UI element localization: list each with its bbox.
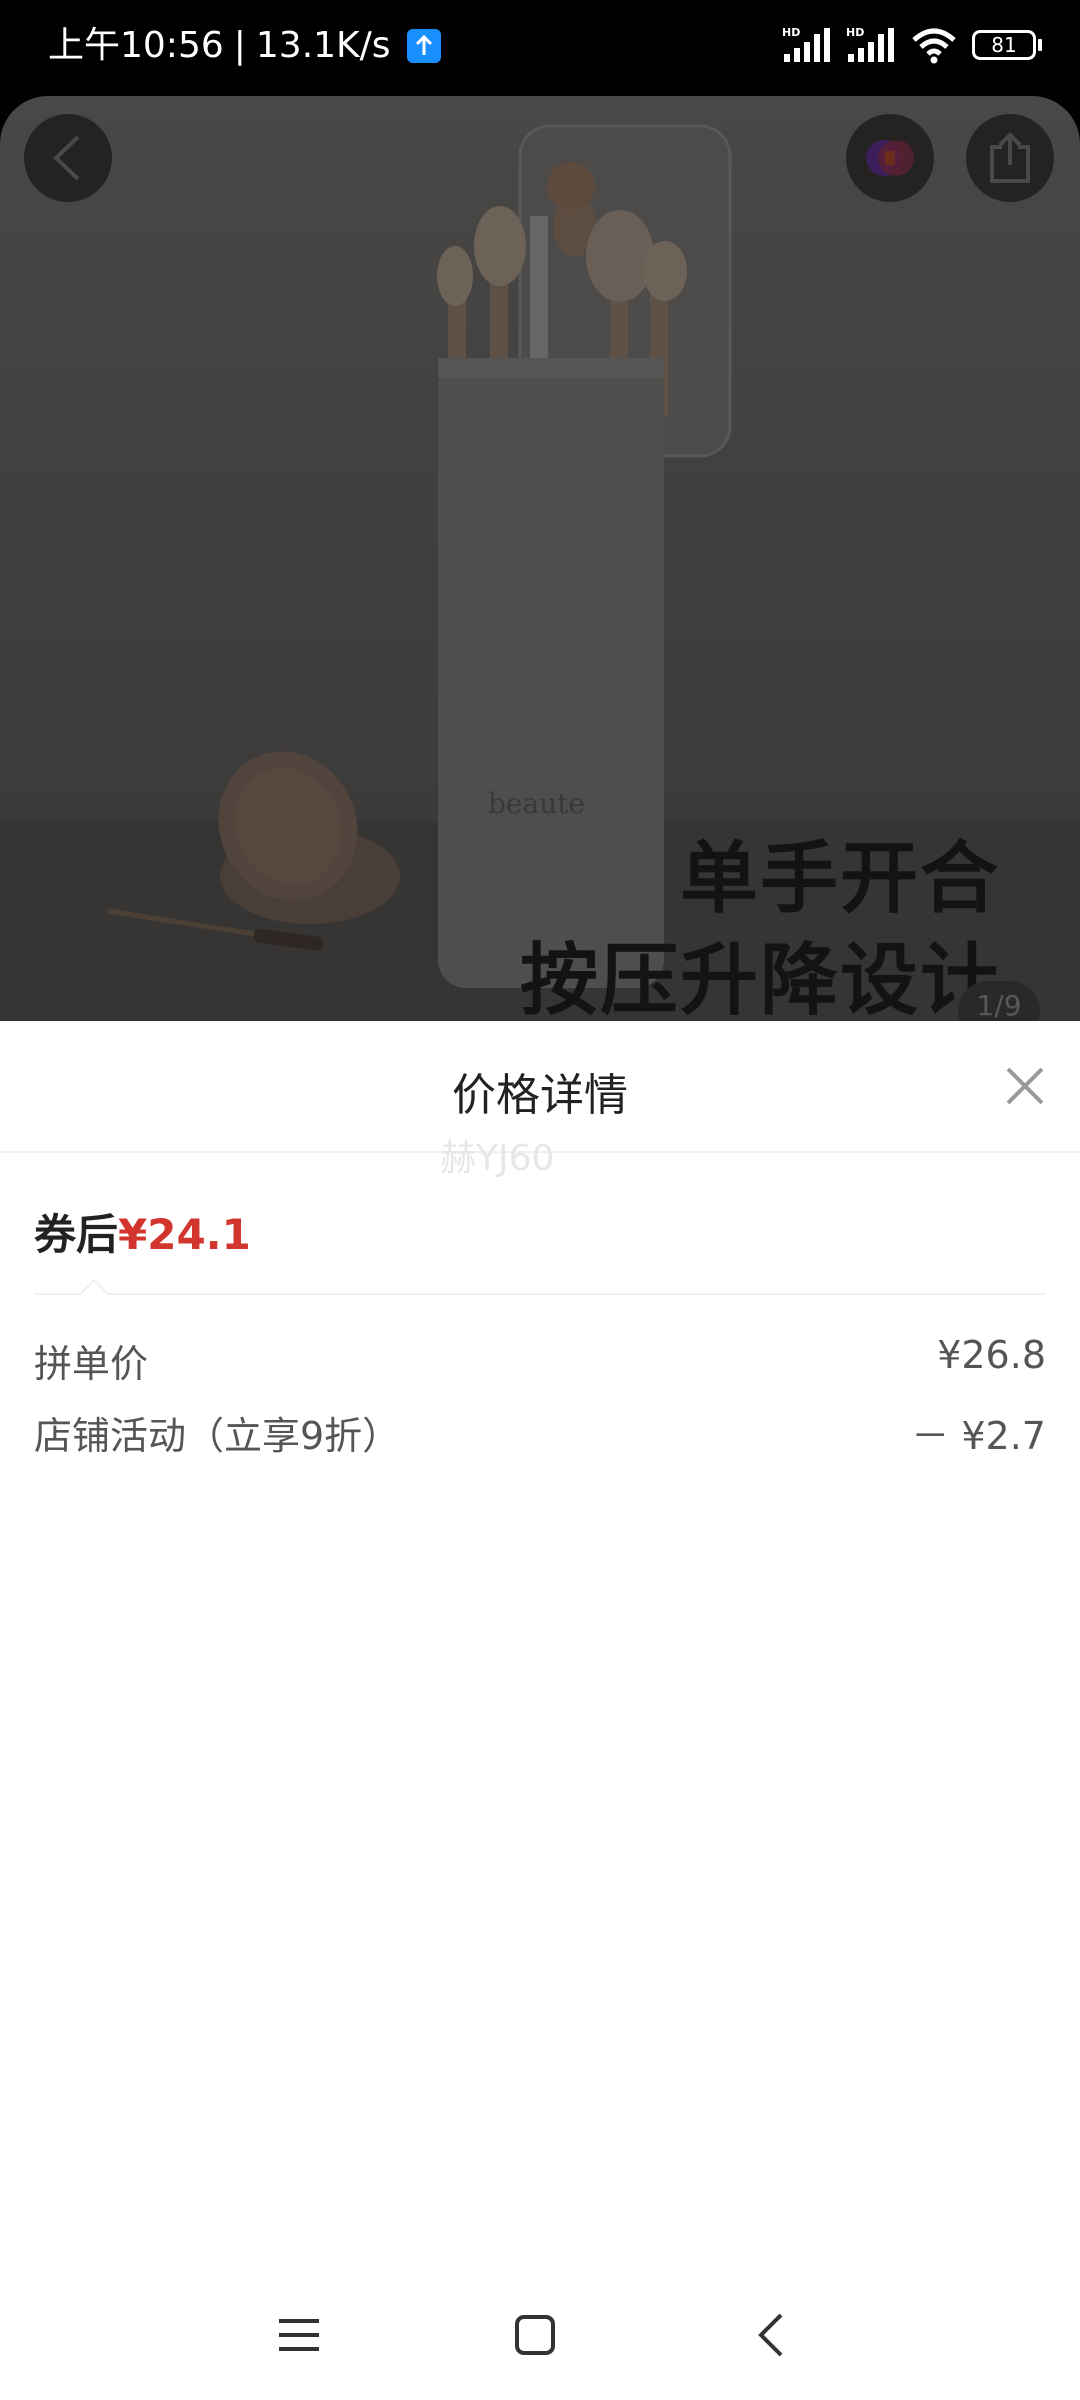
price-row: 店铺活动（立享9折） － ¥2.7: [34, 1405, 1046, 1460]
share-button[interactable]: [966, 114, 1054, 202]
battery-level: 81: [991, 33, 1017, 57]
brand-text: beaute: [488, 787, 585, 820]
cart-button[interactable]: [846, 114, 934, 202]
price-row: 拼单价 ¥26.8: [34, 1333, 1046, 1388]
page-indicator: 1/9: [958, 981, 1040, 1021]
status-bar: 上午10:56 | 13.1K/s HD HD 81: [0, 0, 1080, 96]
final-price: 券后¥24.1: [34, 1201, 251, 1262]
price-row-label: 店铺活动（立享9折）: [34, 1414, 401, 1458]
hero-headline-1: 单手开合: [679, 834, 1000, 924]
status-left: 上午10:56 | 13.1K/s: [48, 28, 441, 64]
home-button[interactable]: [500, 2300, 570, 2370]
price-row-value: ¥26.8: [937, 1333, 1046, 1377]
menu-button[interactable]: [264, 2300, 334, 2370]
sheet-header: 价格详情 赫YJ60: [0, 1021, 1080, 1179]
status-right: HD HD 81: [782, 26, 1042, 64]
back-nav-button[interactable]: [736, 2300, 806, 2370]
price-row-value: － ¥2.7: [911, 1414, 1046, 1458]
battery-icon: 81: [972, 30, 1042, 60]
network-speed: 13.1K/s: [255, 25, 391, 66]
share-icon: [990, 132, 1030, 183]
hd-signal-icon: HD: [846, 26, 894, 62]
divider: [34, 1293, 1046, 1295]
svg-text:HD: HD: [846, 26, 864, 39]
cart-icon: [866, 140, 914, 176]
chevron-left-icon: [53, 135, 80, 181]
price-row-label: 拼单价: [34, 1342, 149, 1386]
menu-icon: [279, 2319, 319, 2351]
close-button[interactable]: [1000, 1061, 1050, 1111]
system-nav-bar: [0, 2270, 1080, 2400]
upload-badge-icon: [406, 29, 441, 63]
home-icon: [515, 2315, 555, 2355]
final-price-label: 券后: [34, 1210, 119, 1259]
svg-text:HD: HD: [782, 26, 800, 39]
price-detail-sheet: 价格详情 赫YJ60 券后¥24.1 拼单价 ¥26.8 店铺活动（立享9折） …: [0, 1021, 1080, 2400]
hero-headline-2: 按压升降设计: [519, 936, 1000, 1021]
product-image[interactable]: beaute 单手开合 按压升降设计 1/9: [0, 96, 1080, 1021]
hd-signal-icon: HD: [782, 26, 830, 62]
final-price-amount: ¥24.1: [118, 1210, 251, 1259]
back-icon: [758, 2313, 783, 2357]
status-time: 上午10:56: [48, 25, 224, 66]
sheet-title: 价格详情: [452, 1070, 628, 1121]
status-separator: |: [233, 25, 246, 66]
close-icon: [1006, 1067, 1044, 1105]
wifi-icon: [912, 28, 956, 64]
back-button[interactable]: [24, 114, 112, 202]
watermark-text: 赫YJ60: [440, 1138, 555, 1179]
divider-notch: [79, 1278, 109, 1308]
